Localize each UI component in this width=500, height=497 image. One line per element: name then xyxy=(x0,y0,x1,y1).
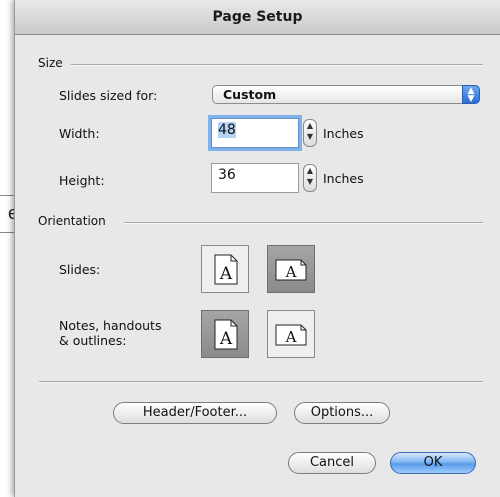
notes-landscape-option[interactable]: A xyxy=(267,310,315,358)
stepper-up-icon: ▲ xyxy=(306,166,314,175)
portrait-page-icon: A xyxy=(214,319,238,350)
select-arrows-icon: ▲ ▼ xyxy=(462,85,480,104)
stepper-down-icon: ▼ xyxy=(306,177,314,186)
portrait-glyph: A xyxy=(219,329,233,349)
orientation-group-label: Orientation xyxy=(38,214,106,228)
slides-sized-for-value: Custom xyxy=(223,87,277,102)
options-button[interactable]: Options... xyxy=(294,402,390,424)
orientation-group-divider xyxy=(124,222,483,224)
notes-label-line1: Notes, handouts xyxy=(59,318,162,333)
header-footer-button[interactable]: Header/Footer... xyxy=(113,402,277,424)
width-stepper[interactable]: ▲ ▼ xyxy=(303,119,317,147)
width-unit: Inches xyxy=(323,126,364,141)
portrait-glyph: A xyxy=(219,264,233,284)
landscape-page-icon: A xyxy=(275,324,307,346)
notes-portrait-option[interactable]: A xyxy=(201,310,249,358)
size-group-divider xyxy=(71,64,483,66)
portrait-page-icon: A xyxy=(214,254,238,285)
page-setup-dialog: Page Setup Size Slides sized for: Custom… xyxy=(14,0,500,497)
height-input[interactable]: 36 xyxy=(211,163,299,193)
slides-orientation-label: Slides: xyxy=(59,262,101,277)
landscape-page-icon: A xyxy=(275,259,307,281)
notes-orientation-label: Notes, handouts & outlines: xyxy=(59,318,161,348)
landscape-glyph: A xyxy=(285,263,297,281)
cancel-button[interactable]: Cancel xyxy=(288,452,376,474)
slides-sized-for-label: Slides sized for: xyxy=(59,88,158,103)
buttons-divider xyxy=(39,381,483,383)
width-input[interactable]: 48 xyxy=(211,118,299,148)
notes-label-line2: & outlines: xyxy=(59,333,127,348)
width-label: Width: xyxy=(59,126,100,141)
slides-landscape-option[interactable]: A xyxy=(267,245,315,293)
size-group-label: Size xyxy=(38,56,63,70)
slides-sized-for-select[interactable]: Custom ▲ ▼ xyxy=(212,85,480,104)
height-value: 36 xyxy=(218,167,236,183)
height-unit: Inches xyxy=(323,171,364,186)
stepper-up-icon: ▲ xyxy=(306,121,314,130)
width-value: 48 xyxy=(218,122,236,138)
ok-button[interactable]: OK xyxy=(390,452,476,474)
height-label: Height: xyxy=(59,173,105,188)
stepper-down-icon: ▼ xyxy=(306,132,314,141)
landscape-glyph: A xyxy=(285,328,297,346)
height-stepper[interactable]: ▲ ▼ xyxy=(303,164,317,192)
slides-portrait-option[interactable]: A xyxy=(201,245,249,293)
window-title: Page Setup xyxy=(15,0,500,35)
